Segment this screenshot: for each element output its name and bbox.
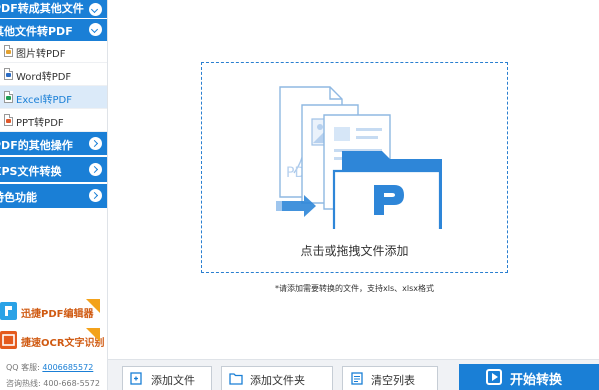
chevron-right-icon <box>89 189 102 202</box>
phone-label: 咨询热线: <box>6 379 41 388</box>
sidebar-item-label: Word转PDF <box>16 72 72 83</box>
qq-label: QQ 客服: <box>6 363 40 372</box>
hot-badge <box>86 299 100 313</box>
category-pdf-to-other[interactable]: PDF转成其他文件 <box>0 0 107 18</box>
ppt-file-icon <box>4 114 13 126</box>
add-folder-label: 添加文件夹 <box>250 374 305 387</box>
ocr-icon <box>0 331 17 349</box>
main-panel: PD 点击或拖拽文件添加 *请添加需要转换的文件，支持xls、xlsx格式 添加… <box>108 0 599 390</box>
add-folder-button[interactable]: 添加文件夹 <box>221 366 333 390</box>
play-icon <box>486 369 502 385</box>
qq-link[interactable]: 4006685572 <box>42 363 93 372</box>
sidebar: PDF转成其他文件 其他文件转PDF 图片转PDF Word转PDF Excel… <box>0 0 108 390</box>
excel-file-icon <box>4 91 13 103</box>
start-convert-button[interactable]: 开始转换 <box>459 364 599 390</box>
add-file-label: 添加文件 <box>151 374 195 387</box>
hot-badge <box>86 328 100 342</box>
word-file-icon <box>4 68 13 80</box>
promo-label: 迅捷PDF编辑器 <box>21 309 94 320</box>
promo-ocr[interactable]: 捷速OCR文字识别 <box>0 328 105 352</box>
clear-list-label: 清空列表 <box>371 374 415 387</box>
clear-list-button[interactable]: 清空列表 <box>342 366 438 390</box>
category-xps-convert[interactable]: XPS文件转换 <box>0 157 107 182</box>
clear-list-icon <box>351 372 363 385</box>
file-drop-zone[interactable]: PD 点击或拖拽文件添加 <box>201 62 508 273</box>
category-label: 其他文件转PDF <box>0 25 73 38</box>
qq-contact: QQ 客服: 4006685572 <box>6 362 93 373</box>
chevron-down-icon <box>89 23 102 36</box>
category-pdf-other-ops[interactable]: PDF的其他操作 <box>0 132 107 155</box>
bottom-toolbar: 添加文件 添加文件夹 清空列表 开始转换 <box>108 359 599 390</box>
category-label: XPS文件转换 <box>0 165 62 178</box>
chevron-right-icon <box>89 137 102 150</box>
add-file-button[interactable]: 添加文件 <box>122 366 212 390</box>
sidebar-item-label: Excel转PDF <box>16 95 72 106</box>
category-label: PDF转成其他文件 <box>0 2 84 15</box>
category-label: PDF的其他操作 <box>0 139 73 152</box>
chevron-down-icon <box>89 3 102 16</box>
phone-contact: 咨询热线: 400-668-5572 <box>6 378 100 389</box>
sidebar-item-label: PPT转PDF <box>16 118 64 129</box>
category-other-to-pdf[interactable]: 其他文件转PDF <box>0 19 107 41</box>
sidebar-item-ppt-to-pdf[interactable]: PPT转PDF <box>0 109 107 132</box>
add-file-icon <box>130 372 142 385</box>
image-file-icon <box>4 45 13 57</box>
format-hint: *请添加需要转换的文件，支持xls、xlsx格式 <box>275 284 434 293</box>
sidebar-item-excel-to-pdf[interactable]: Excel转PDF <box>0 86 107 109</box>
phone-value: 400-668-5572 <box>43 379 100 388</box>
sidebar-item-image-to-pdf[interactable]: 图片转PDF <box>0 40 107 63</box>
drop-zone-label: 点击或拖拽文件添加 <box>300 244 409 258</box>
promo-pdf-editor[interactable]: 迅捷PDF编辑器 <box>0 299 100 323</box>
category-features[interactable]: 特色功能 <box>0 184 107 208</box>
sidebar-item-word-to-pdf[interactable]: Word转PDF <box>0 63 107 86</box>
add-folder-icon <box>229 373 243 385</box>
documents-folder-illustration: PD <box>276 86 442 229</box>
category-label: 特色功能 <box>0 191 37 204</box>
chevron-right-icon <box>89 163 102 176</box>
sidebar-item-label: 图片转PDF <box>16 49 66 60</box>
pdf-editor-icon <box>0 302 17 320</box>
start-convert-label: 开始转换 <box>510 373 563 388</box>
